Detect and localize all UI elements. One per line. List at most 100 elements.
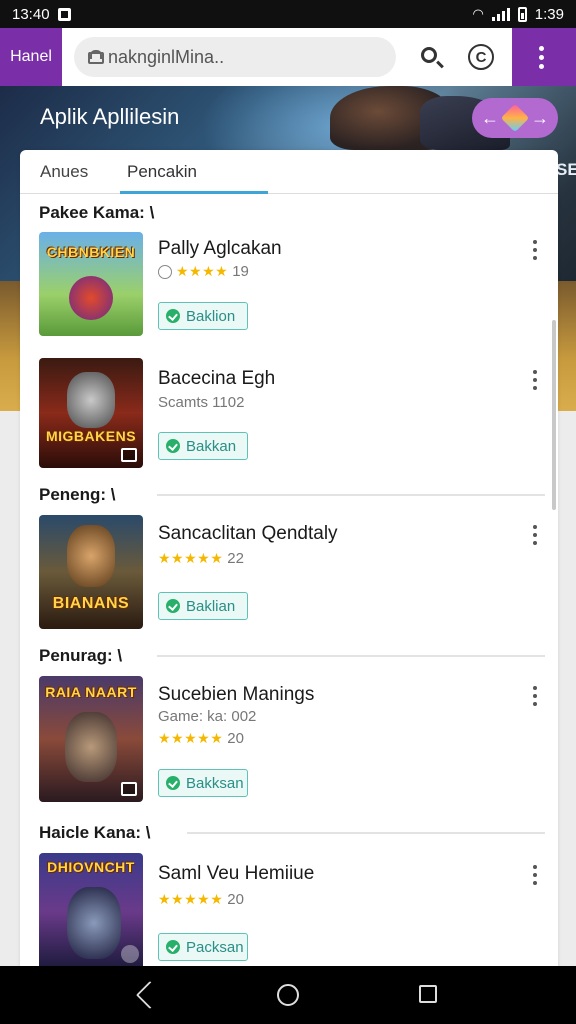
thumbnail-text: BIANANS [52, 595, 130, 612]
download-icon [166, 940, 180, 954]
browser-tab-label[interactable]: Hanel [0, 28, 62, 86]
back-icon[interactable] [135, 980, 165, 1010]
list-item[interactable]: DHIOVNCHT Saml Veu Hemiiue ★★★★★ 20 Pack… [39, 853, 549, 970]
thumbnail-character [67, 887, 121, 959]
download-button[interactable]: Packsan [158, 933, 248, 961]
app-thumbnail[interactable]: CHBNBKIEN [39, 232, 143, 336]
app-thumbnail[interactable]: RAIA NAART [39, 676, 143, 802]
app-rating: ★★★★★ 20 [158, 730, 244, 747]
rating-stars: ★★★★★ [158, 730, 224, 746]
refresh-button[interactable]: C [466, 42, 496, 72]
app-subtitle: Scamts 1102 [158, 394, 245, 411]
item-menu-icon[interactable] [530, 686, 540, 706]
download-button-label: Bakksan [186, 774, 244, 792]
item-menu-icon[interactable] [530, 240, 540, 260]
app-thumbnail[interactable]: MIGBAKENS [39, 358, 143, 468]
app-rating: ★★★★ 19 [158, 263, 249, 280]
app-rating: ★★★★★ 22 [158, 550, 244, 567]
download-icon [166, 309, 180, 323]
download-icon [166, 599, 180, 613]
more-vert-icon[interactable] [526, 42, 556, 72]
app-name[interactable]: Sancaclitan Qendtaly [158, 523, 338, 545]
search-button[interactable] [416, 42, 446, 72]
app-name[interactable]: Sucebien Manings [158, 684, 314, 706]
section-title: Peneng: \ [39, 485, 116, 504]
thumbnail-text: CHBNBKIEN [46, 244, 136, 260]
section-divider [157, 655, 545, 657]
download-icon [166, 776, 180, 790]
download-button-label: Packsan [186, 938, 244, 956]
rating-count: 20 [227, 891, 244, 908]
app-thumbnail[interactable]: BIANANS [39, 515, 143, 629]
tab-pencakin[interactable]: Pencakin [127, 162, 197, 182]
thumbnail-character [67, 372, 115, 428]
item-menu-icon[interactable] [530, 370, 540, 390]
thumbnail-text: RAIA NAART [45, 684, 137, 700]
list-item[interactable]: MIGBAKENS Bacecina Egh Scamts 1102 Bakka… [39, 358, 549, 468]
refresh-icon: C [468, 44, 494, 70]
download-button[interactable]: Bakkan [158, 432, 248, 460]
signal-icon [491, 7, 510, 21]
rating-count: 19 [232, 263, 249, 280]
gem-icon [500, 103, 530, 133]
app-name[interactable]: Saml Veu Hemiiue [158, 863, 314, 885]
browser-toolbar: Hanel naknginlMina.. C [0, 28, 576, 86]
download-button[interactable]: Bakksan [158, 769, 248, 797]
chat-icon [121, 782, 137, 796]
item-menu-icon[interactable] [530, 865, 540, 885]
compass-icon [158, 264, 172, 279]
gallery-icon [121, 448, 137, 462]
list-item[interactable]: CHBNBKIEN Pally Aglcakan ★★★★ 19 Baklion [39, 232, 549, 336]
app-thumbnail[interactable]: DHIOVNCHT [39, 853, 143, 970]
section-divider [157, 494, 545, 496]
download-button-label: Baklian [186, 597, 236, 615]
rating-stars: ★★★★★ [158, 550, 224, 566]
item-menu-icon[interactable] [530, 525, 540, 545]
wifi-icon: ◠ [472, 6, 484, 21]
download-button-label: Bakkan [186, 437, 237, 455]
app-name[interactable]: Pally Aglcakan [158, 238, 282, 260]
rating-stars: ★★★★ [176, 263, 229, 279]
search-icon [421, 47, 437, 63]
url-card: naknginlMina.. C [62, 28, 512, 86]
battery-icon [517, 6, 527, 22]
hero-title: Aplik Apllilesin [40, 104, 180, 129]
status-time-right: 1:39 [534, 5, 564, 23]
list-item[interactable]: RAIA NAART Sucebien Manings Game: ka: 00… [39, 676, 549, 802]
section-title: Haicle Kana: \ [39, 823, 151, 842]
arrow-left-icon[interactable]: ← [481, 108, 499, 129]
hero-nav-pill[interactable]: ← → [472, 98, 558, 138]
status-bar: 13:40 ◠ 1:39 [0, 0, 576, 28]
download-icon [166, 439, 180, 453]
address-bar[interactable]: naknginlMina.. [74, 37, 396, 77]
section-title: Penurag: \ [39, 646, 123, 665]
download-button-label: Baklion [186, 307, 236, 325]
active-tab-indicator [120, 191, 268, 194]
thumbnail-text: MIGBAKENS [45, 428, 137, 444]
thumbnail-character [65, 712, 117, 782]
hero-side-text: SE [556, 160, 576, 179]
app-name[interactable]: Bacecina Egh [158, 368, 275, 390]
rating-count: 22 [227, 550, 244, 567]
download-button[interactable]: Baklian [158, 592, 248, 620]
rating-count: 20 [227, 730, 244, 747]
lock-icon [88, 50, 104, 64]
system-nav-bar [0, 966, 576, 1024]
list-item[interactable]: BIANANS Sancaclitan Qendtaly ★★★★★ 22 Ba… [39, 515, 549, 629]
home-icon[interactable] [277, 984, 299, 1006]
arrow-right-icon[interactable]: → [531, 108, 549, 129]
tab-anues[interactable]: Anues [40, 162, 88, 182]
status-left: 13:40 [12, 6, 71, 23]
play-icon [121, 945, 139, 963]
status-right: ◠ 1:39 [472, 6, 564, 23]
scrollbar[interactable] [552, 320, 556, 510]
tab-bar: Anues Pencakin [20, 150, 558, 194]
thumbnail-character [69, 276, 113, 320]
status-time-left: 13:40 [12, 5, 50, 23]
download-button[interactable]: Baklion [158, 302, 248, 330]
recents-icon[interactable] [419, 985, 437, 1003]
app-subtitle: Game: ka: 002 [158, 708, 257, 725]
section-title: Pakee Kama: \ [39, 203, 155, 222]
rating-stars: ★★★★★ [158, 891, 224, 907]
url-text: naknginlMina.. [108, 46, 225, 67]
